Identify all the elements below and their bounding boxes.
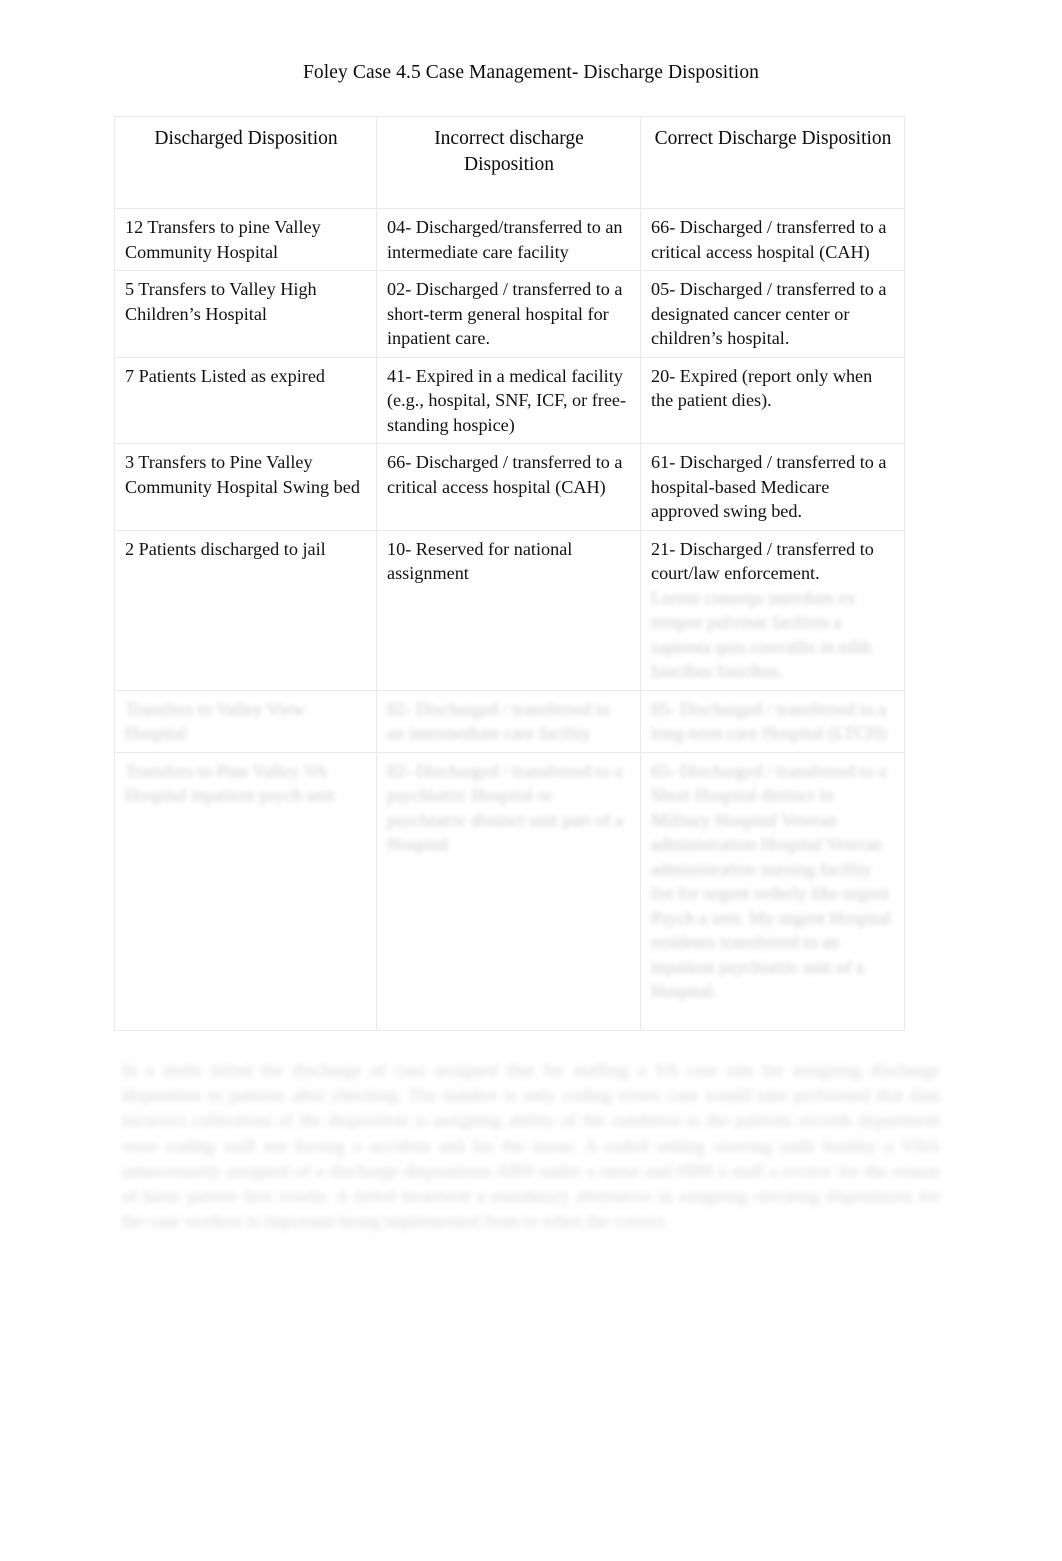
cell-text-redacted: 65- Discharged / transferred to a Short … [651,760,892,1002]
cell-discharged-disposition: 7 Patients Listed as expired [114,356,377,444]
cell-correct-discharge-disposition: 61- Discharged / transferred to a hospit… [640,443,905,531]
cell-discharged-disposition: Transfers to Pine Valley VA Hospital inp… [114,751,377,1031]
cell-discharged-disposition: 12 Transfers to pine Valley Community Ho… [114,208,377,271]
column-header-label: Incorrect discharge Disposition [434,128,584,175]
cell-correct-discharge-disposition: 65- Discharged / transferred to a Short … [640,751,905,1031]
table-row: 2 Patients discharged to jail 10- Reserv… [114,529,905,691]
cell-incorrect-discharge-disposition: 41- Expired in a medical facility (e.g.,… [376,356,641,444]
cell-correct-discharge-disposition: 20- Expired (report only when the patien… [640,356,905,444]
trailing-paragraph: In a multi failed the discharge of case … [122,1060,940,1232]
cell-incorrect-discharge-disposition: 66- Discharged / transferred to a critic… [376,443,641,531]
cell-text-redacted: Transfers to Pine Valley VA Hospital inp… [125,760,335,806]
discharge-disposition-table-wrapper: Discharged Disposition Incorrect dischar… [114,116,905,1031]
cell-correct-discharge-disposition: 05- Discharged / transferred to a long-t… [640,689,905,753]
cell-incorrect-discharge-disposition: 04- Discharged/transferred to an interme… [376,208,641,271]
cell-incorrect-discharge-disposition: 02- Discharged / transferred to a short-… [376,270,641,358]
table-header-row: Discharged Disposition Incorrect dischar… [114,116,905,209]
cell-discharged-disposition: 5 Transfers to Valley High Children’s Ho… [114,270,377,358]
cell-incorrect-discharge-disposition: 10- Reserved for national assignment [376,529,641,691]
column-header-label: Correct Discharge Disposition [654,128,892,149]
column-header-label: Discharged Disposition [154,128,338,149]
cell-correct-discharge-disposition: 66- Discharged / transferred to a critic… [640,208,905,271]
table-row: Transfers to Valley View Hospital 02- Di… [114,689,905,753]
cell-incorrect-discharge-disposition: 02- Discharged / transferred to an inter… [376,689,641,753]
cell-text-redacted: Transfers to Valley View Hospital [125,698,305,744]
cell-discharged-disposition: 3 Transfers to Pine Valley Community Hos… [114,443,377,531]
table-row: 5 Transfers to Valley High Children’s Ho… [114,270,905,358]
cell-text-redacted: 02- Discharged / transferred to a psychi… [387,760,623,855]
table-row: 3 Transfers to Pine Valley Community Hos… [114,443,905,531]
cell-text-redacted: 02- Discharged / transferred to an inter… [387,698,610,744]
cell-correct-discharge-disposition: 21- Discharged / transferred to court/la… [640,529,905,691]
discharge-disposition-table: Discharged Disposition Incorrect dischar… [114,116,905,1031]
cell-text-redacted: Lorem consequ interdum ex tempor pulvina… [651,587,872,682]
column-header-incorrect-discharge-disposition: Incorrect discharge Disposition [376,116,641,209]
document-page: Foley Case 4.5 Case Management- Discharg… [0,0,1062,1561]
column-header-discharged-disposition: Discharged Disposition [114,116,377,209]
cell-discharged-disposition: 2 Patients discharged to jail [114,529,377,691]
table-row: Transfers to Pine Valley VA Hospital inp… [114,751,905,1031]
cell-discharged-disposition: Transfers to Valley View Hospital [114,689,377,753]
cell-text-redacted: 05- Discharged / transferred to a long-t… [651,698,887,744]
cell-correct-discharge-disposition: 05- Discharged / transferred to a design… [640,270,905,358]
cell-incorrect-discharge-disposition: 02- Discharged / transferred to a psychi… [376,751,641,1031]
cell-text: 21- Discharged / transferred to court/la… [651,538,874,584]
table-row: 12 Transfers to pine Valley Community Ho… [114,208,905,271]
column-header-correct-discharge-disposition: Correct Discharge Disposition [640,116,905,209]
page-title: Foley Case 4.5 Case Management- Discharg… [302,62,760,83]
table-row: 7 Patients Listed as expired 41- Expired… [114,356,905,444]
